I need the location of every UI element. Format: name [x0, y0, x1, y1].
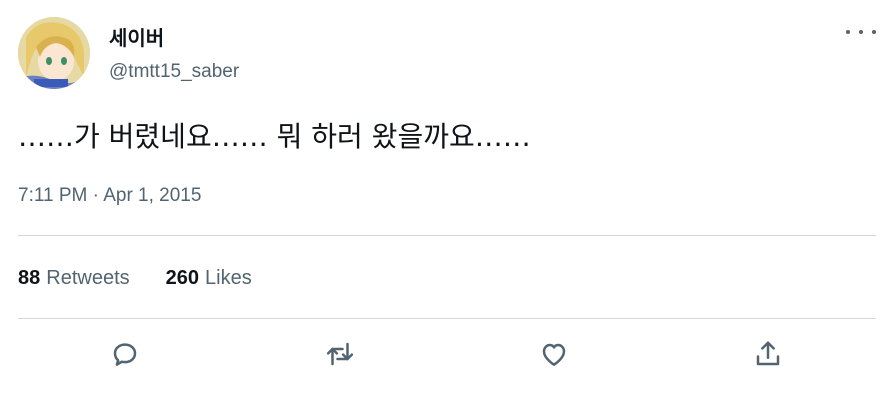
- reply-icon[interactable]: [109, 338, 141, 370]
- more-options-icon[interactable]: [846, 22, 876, 42]
- retweet-icon[interactable]: [324, 338, 356, 370]
- divider: [18, 235, 876, 236]
- display-name[interactable]: 세이버: [109, 25, 164, 51]
- tweet-card: 세이버 @tmtt15_saber ……가 버렸네요…… 뭐 하러 왔을까요………: [0, 0, 894, 409]
- divider: [18, 318, 876, 319]
- retweets-count: 88: [18, 267, 41, 289]
- action-bar: [18, 330, 876, 380]
- timestamp-separator: ·: [92, 185, 99, 206]
- retweets-stat[interactable]: 88 Retweets: [18, 264, 130, 292]
- likes-count: 260: [165, 267, 199, 289]
- tweet-date: Apr 1, 2015: [103, 185, 202, 206]
- tweet-timestamp[interactable]: 7:11 PM · Apr 1, 2015: [18, 183, 201, 209]
- retweets-label: Retweets: [46, 267, 130, 289]
- like-icon[interactable]: [538, 338, 570, 370]
- tweet-time: 7:11 PM: [18, 185, 88, 206]
- likes-label: Likes: [205, 267, 252, 289]
- avatar[interactable]: [18, 17, 90, 89]
- avatar-image: [18, 17, 90, 89]
- likes-stat[interactable]: 260 Likes: [166, 264, 252, 292]
- user-handle[interactable]: @tmtt15_saber: [109, 60, 239, 84]
- tweet-text: ……가 버렸네요…… 뭐 하러 왔을까요……: [18, 120, 531, 153]
- tweet-stats: 88 Retweets 260 Likes: [18, 264, 252, 292]
- share-icon[interactable]: [752, 338, 784, 370]
